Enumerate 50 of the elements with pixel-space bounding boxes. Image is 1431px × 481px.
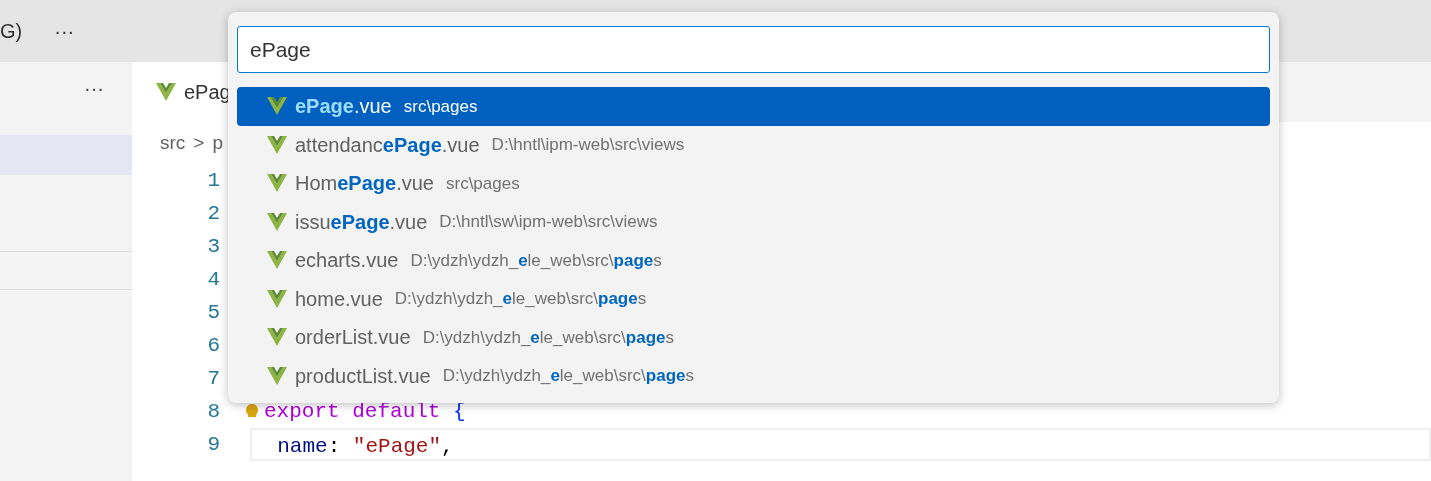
- more-actions-icon[interactable]: ···: [46, 16, 75, 46]
- file-name: productList.vue: [295, 363, 431, 389]
- file-path: D:\ydzh\ydzh_ele_web\src\pages: [442, 365, 694, 387]
- code-line: name: "ePage",: [276, 434, 454, 459]
- line-number: 4: [206, 267, 220, 293]
- file-result[interactable]: HomePage.vue src\pages: [237, 164, 1270, 203]
- search-field[interactable]: ePage: [237, 26, 1270, 73]
- file-path: D:\ydzh\ydzh_ele_web\src\pages: [394, 288, 647, 310]
- line-number: 6: [206, 333, 220, 359]
- vue-file-icon: [267, 135, 287, 154]
- vue-file-icon: [267, 289, 287, 308]
- line-number: 3: [206, 234, 220, 260]
- file-name: issuePage.vue: [295, 209, 428, 235]
- file-path: D:\ydzh\ydzh_ele_web\src\pages: [422, 326, 674, 349]
- breadcrumb-item[interactable]: p: [212, 128, 223, 158]
- file-result[interactable]: echarts.vue D:\ydzh\ydzh_ele_web\src\pages: [237, 241, 1270, 280]
- file-path: src\pages: [446, 172, 520, 195]
- file-name: orderList.vue: [295, 325, 411, 351]
- vue-file-icon: [267, 251, 287, 270]
- breadcrumb-item[interactable]: src: [160, 128, 186, 158]
- window-title: G): [0, 19, 23, 44]
- line-number: 8: [206, 399, 220, 425]
- file-path: D:\ydzh\ydzh_ele_web\src\pages: [410, 249, 662, 272]
- vue-file-icon: [267, 97, 287, 116]
- file-name: home.vue: [295, 286, 383, 312]
- more-actions-icon[interactable]: ···: [84, 78, 104, 98]
- vue-file-icon: [267, 366, 287, 385]
- vue-file-icon: [267, 212, 287, 231]
- file-result[interactable]: ePage.vue src\pages: [237, 87, 1270, 126]
- line-number: 2: [206, 201, 220, 227]
- line-number: 9: [206, 432, 220, 458]
- file-path: src\pages: [403, 95, 478, 118]
- vue-file-icon: [156, 83, 176, 101]
- file-name: HomePage.vue: [295, 171, 434, 197]
- file-path: D:\hntl\sw\ipm-web\src\views: [439, 211, 658, 233]
- file-result[interactable]: productList.vue D:\ydzh\ydzh_ele_web\src\pages: [237, 356, 1270, 395]
- vue-file-icon: [267, 328, 287, 347]
- file-name: ePage.vue: [295, 94, 392, 120]
- file-path: D:\hntl\ipm-web\src\views: [491, 134, 685, 156]
- file-result[interactable]: orderList.vue D:\ydzh\ydzh_ele_web\src\pages: [237, 318, 1270, 357]
- file-name: attendancePage.vue: [295, 132, 480, 158]
- file-result[interactable]: attendancePage.vue D:\hntl\ipm-web\src\views: [237, 125, 1270, 164]
- file-result[interactable]: issuePage.vue D:\hntl\sw\ipm-web\src\views: [237, 202, 1270, 241]
- vue-file-icon: [267, 174, 287, 193]
- line-number: 7: [206, 366, 220, 392]
- line-number: 1: [206, 168, 220, 194]
- file-name: echarts.vue: [295, 248, 399, 274]
- breadcrumb-separator: >: [193, 130, 205, 155]
- line-number: 5: [206, 300, 220, 326]
- file-result[interactable]: home.vue D:\ydzh\ydzh_ele_web\src\pages: [237, 279, 1270, 318]
